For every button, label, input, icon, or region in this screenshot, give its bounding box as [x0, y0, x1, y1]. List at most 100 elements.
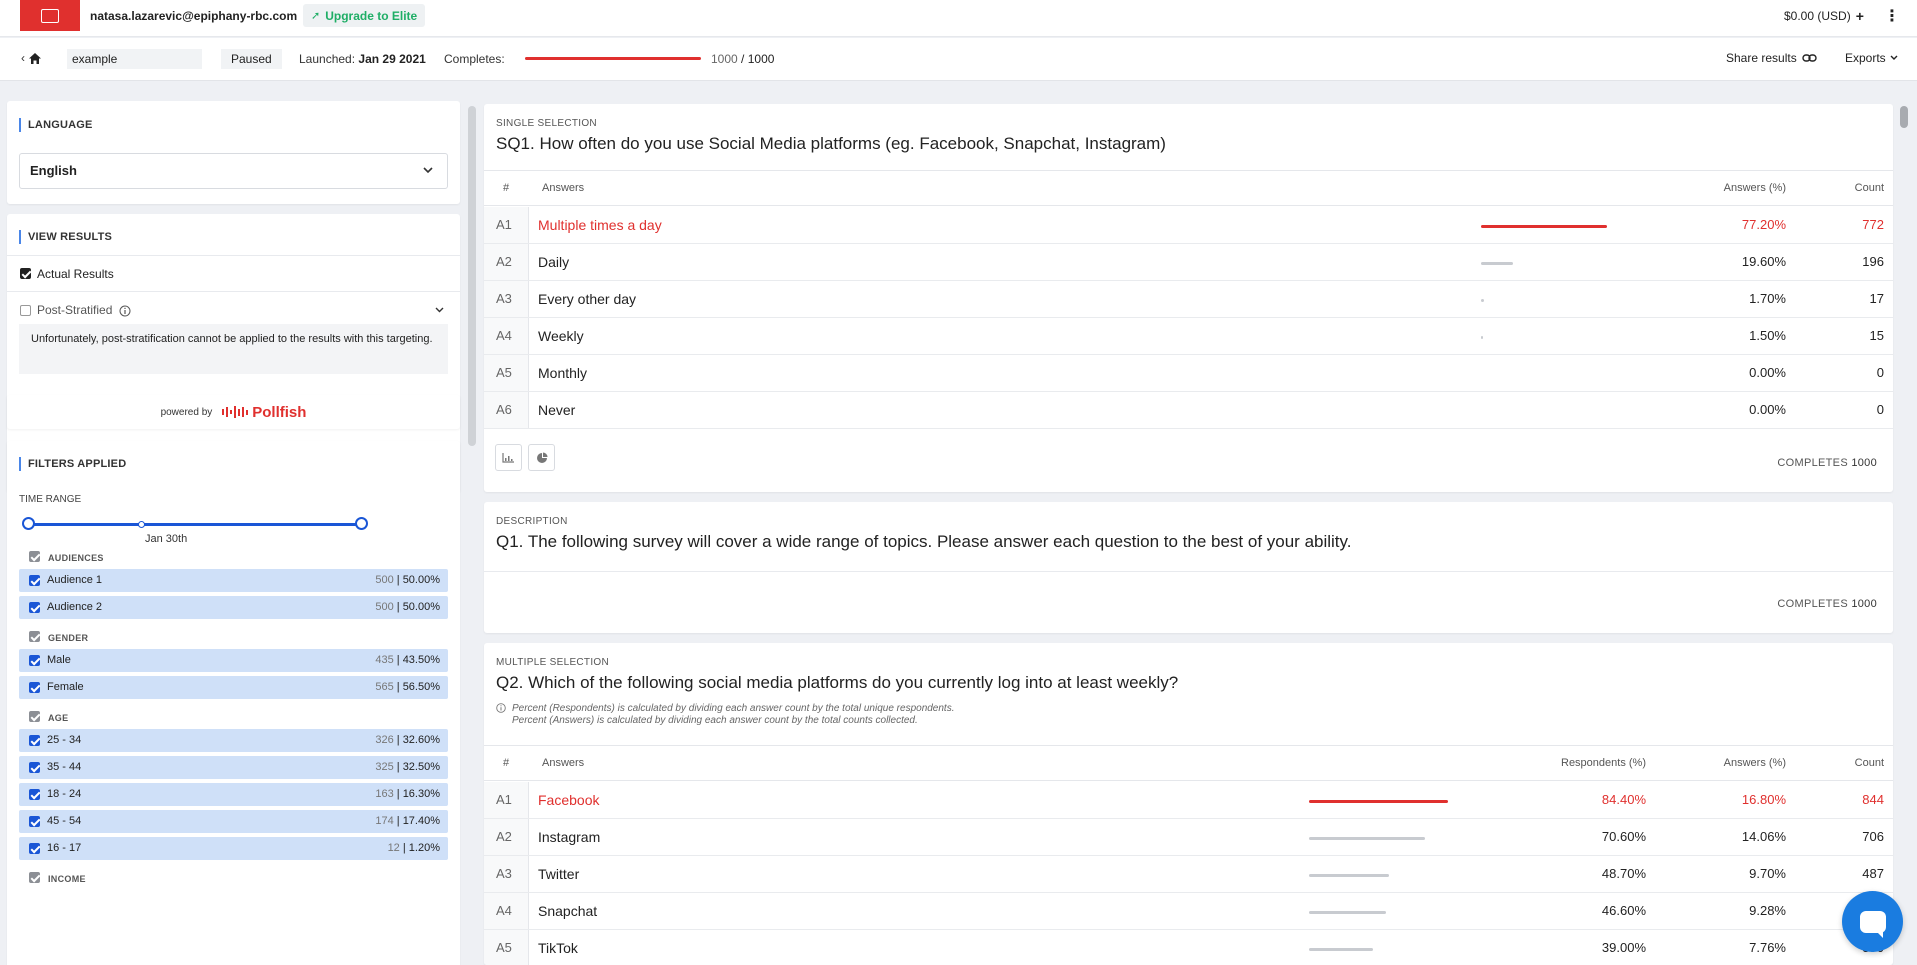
- question-type: DESCRIPTION: [496, 516, 568, 527]
- section-label-audiences: AUDIENCES: [48, 553, 104, 563]
- answer-count: 15: [1869, 328, 1884, 343]
- filter-row-male[interactable]: Male 435 | 43.50%: [19, 649, 448, 672]
- filter-checkbox[interactable]: [29, 735, 40, 746]
- col-answers-pct: Answers (%): [1723, 182, 1786, 194]
- question-title: SQ1. How often do you use Social Media p…: [496, 134, 1166, 153]
- survey-name-field[interactable]: example: [67, 49, 202, 69]
- answer-label: Twitter: [538, 866, 580, 882]
- completes-done: 1000: [711, 52, 738, 66]
- income-section-checkbox[interactable]: [29, 872, 40, 883]
- filter-checkbox[interactable]: [29, 602, 40, 613]
- sidebar-scrollbar[interactable]: [468, 106, 476, 446]
- upgrade-button[interactable]: ➚ Upgrade to Elite: [303, 4, 426, 27]
- col-respondents-pct: Respondents (%): [1561, 757, 1646, 769]
- filter-name: 18 - 24: [47, 788, 82, 800]
- gender-section-checkbox[interactable]: [29, 631, 40, 642]
- answer-count: 844: [1862, 792, 1884, 807]
- filter-row-audience-1[interactable]: Audience 1 500 | 50.00%: [19, 569, 448, 592]
- filter-row-age-16-17[interactable]: 16 - 17 12 | 1.20%: [19, 837, 448, 860]
- answer-count: 196: [1862, 254, 1884, 269]
- filter-row-female[interactable]: Female 565 | 56.50%: [19, 676, 448, 699]
- filter-checkbox[interactable]: [29, 682, 40, 693]
- col-count: Count: [1854, 757, 1884, 769]
- filters-title: FILTERS APPLIED: [19, 457, 126, 471]
- filter-row-audience-2[interactable]: Audience 2 500 | 50.00%: [19, 596, 448, 619]
- age-section-checkbox[interactable]: [29, 711, 40, 722]
- completes-total: / 1000: [741, 52, 775, 66]
- answer-index: A2: [484, 244, 529, 280]
- left-sidebar: LANGUAGE English VIEW RESULTS Actual Res…: [7, 101, 460, 965]
- answers-pct: 19.60%: [1741, 254, 1786, 269]
- chat-bubble-icon: [1859, 910, 1886, 938]
- respondents-pct: 70.60%: [1601, 829, 1646, 844]
- answer-index: A4: [484, 893, 529, 929]
- respondents-pct: 39.00%: [1601, 940, 1646, 955]
- answer-count: 0: [1876, 365, 1884, 380]
- more-options-icon[interactable]: ⋮: [1884, 6, 1900, 26]
- answer-label: Every other day: [538, 291, 637, 307]
- chat-support-button[interactable]: [1842, 891, 1903, 952]
- divider: [7, 255, 460, 256]
- answer-index: A2: [484, 819, 529, 855]
- filter-row-age-45-54[interactable]: 45 - 54 174 | 17.40%: [19, 810, 448, 833]
- filter-row-age-25-34[interactable]: 25 - 34 326 | 32.60%: [19, 729, 448, 752]
- exports-dropdown[interactable]: Exports: [1845, 51, 1898, 65]
- answers-pct: 7.76%: [1749, 940, 1786, 955]
- col-answers-pct: Answers (%): [1723, 757, 1786, 769]
- col-answers: Answers: [542, 757, 585, 769]
- time-range-end-handle[interactable]: [355, 517, 368, 530]
- answers-pct: 77.20%: [1741, 217, 1786, 232]
- filter-checkbox[interactable]: [29, 789, 40, 800]
- chevron-down-icon[interactable]: [435, 307, 444, 313]
- share-results-button[interactable]: Share results: [1726, 51, 1817, 65]
- completes-label: Completes:: [444, 52, 505, 66]
- main-scrollbar[interactable]: [1900, 106, 1908, 128]
- pie-chart-toggle-button[interactable]: [528, 444, 555, 471]
- note-answers: Percent (Answers) is calculated by divid…: [512, 715, 918, 726]
- filter-checkbox[interactable]: [29, 762, 40, 773]
- language-select[interactable]: English: [19, 153, 448, 189]
- bar-chart-icon: [502, 453, 514, 463]
- filter-checkbox[interactable]: [29, 655, 40, 666]
- bar-chart-toggle-button[interactable]: [495, 444, 522, 471]
- filter-count: 435 | 43.50%: [375, 654, 440, 666]
- upgrade-label: Upgrade to Elite: [325, 8, 418, 23]
- link-icon: [1802, 54, 1817, 62]
- post-stratified-checkbox[interactable]: [20, 305, 31, 316]
- section-label-gender: GENDER: [48, 633, 89, 643]
- answer-count: 0: [1876, 402, 1884, 417]
- add-funds-icon[interactable]: +: [1856, 8, 1864, 24]
- answer-index: A1: [484, 782, 529, 818]
- filter-name: 25 - 34: [47, 734, 82, 746]
- answer-share-bar: [1481, 262, 1513, 265]
- info-icon: [496, 703, 506, 713]
- audiences-section-checkbox[interactable]: [29, 551, 40, 562]
- time-range-mid-handle[interactable]: [138, 521, 145, 528]
- answer-index: A5: [484, 355, 529, 391]
- view-results-title: VIEW RESULTS: [19, 230, 112, 244]
- company-logo[interactable]: [20, 0, 80, 31]
- question-note: Percent (Respondents) is calculated by d…: [512, 703, 955, 727]
- note-respondents: Percent (Respondents) is calculated by d…: [512, 703, 955, 714]
- account-balance[interactable]: $0.00 (USD) +: [1784, 8, 1864, 24]
- col-idx: #: [503, 182, 510, 194]
- completes-footer-label: COMPLETES: [1777, 457, 1848, 469]
- answer-index: A4: [484, 318, 529, 354]
- filter-row-age-35-44[interactable]: 35 - 44 325 | 32.50%: [19, 756, 448, 779]
- answer-label: Daily: [538, 254, 570, 270]
- completes-footer-value: 1000: [1851, 598, 1877, 610]
- home-icon: [29, 52, 41, 64]
- question-panel-q2: MULTIPLE SELECTION Q2. Which of the foll…: [484, 643, 1893, 965]
- info-icon[interactable]: [119, 305, 131, 317]
- actual-results-checkbox[interactable]: [20, 268, 31, 279]
- back-home-button[interactable]: ‹: [21, 51, 42, 65]
- filter-checkbox[interactable]: [29, 843, 40, 854]
- filter-checkbox[interactable]: [29, 816, 40, 827]
- completes-footer: COMPLETES 1000: [1777, 457, 1877, 469]
- filter-row-age-18-24[interactable]: 18 - 24 163 | 16.30%: [19, 783, 448, 806]
- filter-checkbox[interactable]: [29, 575, 40, 586]
- answers-pct: 9.70%: [1749, 866, 1786, 881]
- time-range-start-handle[interactable]: [22, 517, 35, 530]
- launched-label: Launched:: [299, 52, 356, 66]
- question-panel-q1: DESCRIPTION Q1. The following survey wil…: [484, 502, 1893, 633]
